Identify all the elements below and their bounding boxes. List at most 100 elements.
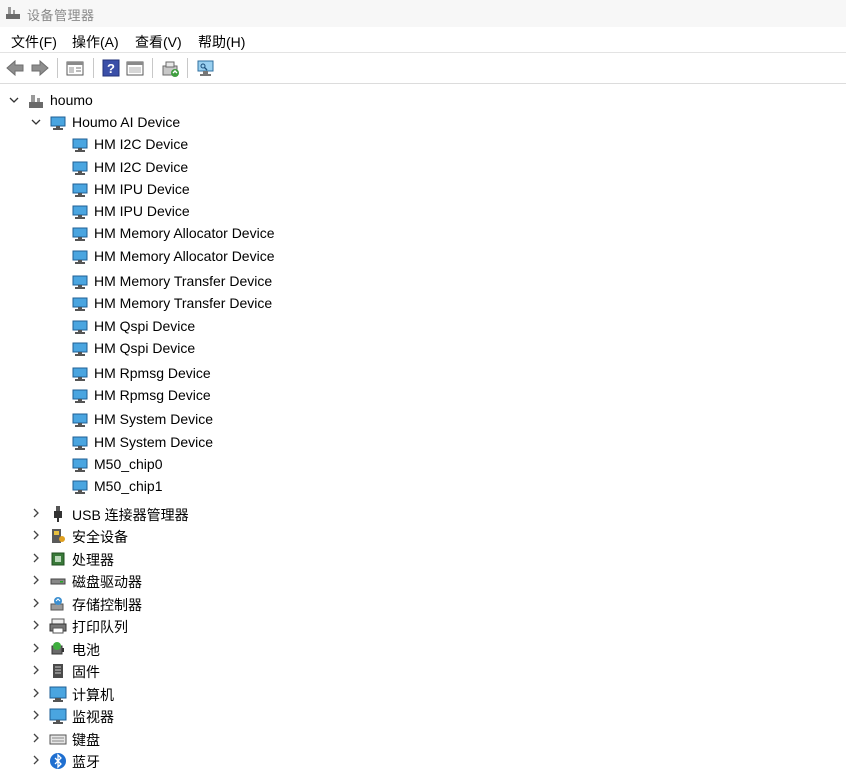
tree-node-label: HM System Device — [94, 411, 214, 427]
tree-node-label: 蓝牙 — [72, 754, 100, 770]
tree-node-category[interactable]: 监视器 — [0, 706, 320, 726]
chevron-right-icon[interactable] — [30, 618, 42, 632]
tree-node-device[interactable]: HM I2C Device — [0, 135, 320, 155]
chevron-right-icon[interactable] — [30, 663, 42, 677]
toolbar-separator — [152, 58, 153, 78]
chevron-right-icon[interactable] — [30, 596, 42, 610]
tree-node-label: HM Qspi Device — [94, 340, 196, 356]
tree-node-label: 处理器 — [72, 552, 114, 568]
menu-file[interactable]: 文件(F) — [11, 32, 57, 52]
toolbar-separator — [187, 58, 188, 78]
chevron-down-icon[interactable] — [8, 93, 20, 107]
chevron-right-icon[interactable] — [30, 641, 42, 655]
tree-node-category[interactable]: 处理器 — [0, 549, 320, 569]
tree-node-label: USB 连接器管理器 — [72, 507, 189, 523]
tree-node-label: 打印队列 — [72, 619, 128, 635]
forward-arrow-icon[interactable] — [30, 58, 50, 78]
tree-node-category[interactable]: 安全设备 — [0, 526, 320, 546]
tree-node-device[interactable]: HM IPU Device — [0, 202, 320, 222]
toolbar: ? — [0, 53, 846, 84]
tree-node-label: HM Memory Transfer Device — [94, 273, 273, 289]
chevron-right-icon[interactable] — [30, 708, 42, 722]
tree-node-device[interactable]: HM Memory Allocator Device — [0, 247, 320, 267]
tree-node-houmo-ai-device[interactable]: Houmo AI Device — [0, 113, 300, 133]
update-driver-icon[interactable] — [160, 58, 180, 78]
tree-node-label: HM Rpmsg Device — [94, 365, 211, 381]
chevron-right-icon[interactable] — [30, 686, 42, 700]
network-device-icon — [72, 250, 88, 264]
network-device-icon — [72, 320, 88, 334]
tree-node-category[interactable]: 计算机 — [0, 684, 320, 704]
network-device-icon — [72, 389, 88, 403]
processor-icon — [51, 552, 65, 566]
tree-node-category[interactable]: 蓝牙 — [0, 751, 320, 771]
device-manager-icon — [6, 7, 20, 19]
tree-node-root[interactable]: houmo — [0, 91, 300, 111]
console-icon[interactable] — [125, 58, 145, 78]
bluetooth-icon — [50, 753, 66, 769]
tree-node-device[interactable]: HM IPU Device — [0, 180, 320, 200]
tree-node-category[interactable]: 电池 — [0, 639, 320, 659]
tree-node-device[interactable]: M50_chip1 — [0, 477, 320, 497]
tree-node-label: HM IPU Device — [94, 181, 190, 197]
tree-node-device[interactable]: HM Rpmsg Device — [0, 386, 320, 406]
tree-node-label: M50_chip0 — [94, 456, 163, 472]
network-device-icon — [72, 436, 88, 450]
usb-icon — [54, 506, 62, 522]
chevron-right-icon[interactable] — [30, 528, 42, 542]
chevron-down-icon[interactable] — [30, 115, 42, 129]
svg-text:?: ? — [107, 61, 115, 76]
tree-node-device[interactable]: HM System Device — [0, 433, 320, 453]
storage-controller-icon — [50, 597, 64, 611]
tree-node-device[interactable]: HM Qspi Device — [0, 317, 320, 337]
tree-node-label: 磁盘驱动器 — [72, 574, 142, 590]
tree-node-device[interactable]: HM Rpmsg Device — [0, 364, 320, 384]
network-device-icon — [72, 480, 88, 494]
properties-icon[interactable] — [65, 58, 85, 78]
tree-node-label: HM Memory Allocator Device — [94, 225, 275, 241]
back-arrow-icon[interactable] — [5, 58, 25, 78]
toolbar-separator — [93, 58, 94, 78]
tree-node-device[interactable]: HM Memory Allocator Device — [0, 224, 320, 244]
tree-node-label: HM Memory Transfer Device — [94, 295, 273, 311]
tree-node-category[interactable]: USB 连接器管理器 — [0, 504, 320, 524]
tree-node-device[interactable]: HM System Device — [0, 410, 320, 430]
menu-view[interactable]: 查看(V) — [135, 32, 182, 52]
computer-root-icon — [29, 95, 43, 108]
network-device-icon — [72, 205, 88, 219]
device-tree: houmo Houmo AI Device HM I2C Device HM I2… — [0, 86, 846, 784]
network-device-icon — [72, 183, 88, 197]
tree-node-label: 监视器 — [72, 709, 114, 725]
tree-node-category[interactable]: 存储控制器 — [0, 594, 320, 614]
scan-hardware-icon[interactable] — [196, 58, 216, 78]
tree-node-device[interactable]: HM Qspi Device — [0, 339, 320, 359]
chevron-right-icon[interactable] — [30, 551, 42, 565]
chevron-right-icon[interactable] — [30, 573, 42, 587]
title-bar: 设备管理器 — [0, 0, 846, 27]
network-device-icon — [72, 297, 88, 311]
menu-action[interactable]: 操作(A) — [72, 32, 119, 52]
firmware-icon — [53, 664, 63, 678]
toolbar-separator — [57, 58, 58, 78]
tree-node-category[interactable]: 打印队列 — [0, 616, 320, 636]
network-device-icon — [72, 342, 88, 356]
printer-icon — [49, 618, 67, 634]
network-device-icon — [72, 458, 88, 472]
tree-node-label: Houmo AI Device — [72, 114, 181, 130]
tree-node-device[interactable]: HM Memory Transfer Device — [0, 272, 320, 292]
chevron-right-icon[interactable] — [30, 731, 42, 745]
battery-icon — [51, 642, 64, 655]
tree-node-device[interactable]: M50_chip0 — [0, 455, 320, 475]
tree-node-category[interactable]: 磁盘驱动器 — [0, 571, 320, 591]
chevron-right-icon[interactable] — [30, 506, 42, 520]
security-device-icon — [52, 529, 65, 543]
help-icon[interactable]: ? — [101, 58, 121, 78]
tree-node-device[interactable]: HM Memory Transfer Device — [0, 294, 320, 314]
tree-node-device[interactable]: HM I2C Device — [0, 158, 320, 178]
tree-node-category[interactable]: 固件 — [0, 661, 320, 681]
tree-node-label: 键盘 — [72, 732, 100, 748]
chevron-right-icon[interactable] — [30, 753, 42, 767]
tree-node-category[interactable]: 键盘 — [0, 729, 320, 749]
menu-help[interactable]: 帮助(H) — [198, 32, 245, 52]
tree-node-label: HM Qspi Device — [94, 318, 196, 334]
